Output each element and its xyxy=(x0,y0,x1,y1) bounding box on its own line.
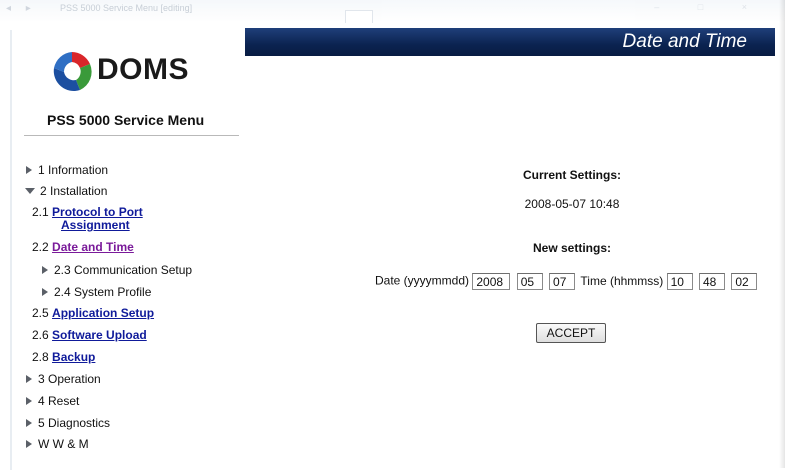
hour-input[interactable]: 10 xyxy=(666,273,693,290)
year-input[interactable]: 2008 xyxy=(472,273,511,290)
arrow-right-icon xyxy=(42,265,48,274)
menu-title: PSS 5000 Service Menu xyxy=(47,112,205,128)
date-label: Date (yyyymmdd) xyxy=(375,273,470,288)
arrow-right-icon xyxy=(26,439,32,448)
second-input[interactable]: 02 xyxy=(731,273,758,290)
sidebar-item-installation[interactable]: 2 Installation xyxy=(25,184,107,198)
sidebar-item-date-and-time[interactable]: 2.2 Date and Time xyxy=(32,240,134,254)
sidebar-item-communication-setup[interactable]: 2.3 Communication Setup xyxy=(42,263,192,277)
arrow-right-icon xyxy=(42,287,48,296)
minute-input[interactable]: 48 xyxy=(698,273,725,290)
frame-divider xyxy=(10,30,12,470)
new-tab-button[interactable] xyxy=(345,10,373,23)
current-settings-value: 2008-05-07 10:48 xyxy=(524,197,620,211)
sidebar-item-system-profile[interactable]: 2.4 System Profile xyxy=(42,285,151,299)
doms-logo: DOMS xyxy=(50,50,220,92)
datetime-form: Date (yyyymmdd) 2008 05 07 Time (hhmmss)… xyxy=(375,273,758,290)
browser-chrome: ◂ ▸ PSS 5000 Service Menu [editing] – □ … xyxy=(0,0,785,23)
doms-logo-icon xyxy=(53,52,92,91)
window-controls[interactable]: – □ × xyxy=(654,2,765,12)
page-header-bar: Date and Time xyxy=(245,28,775,56)
sidebar-item-reset[interactable]: 4 Reset xyxy=(26,394,79,408)
page-title: Date and Time xyxy=(622,31,747,52)
window-shadow xyxy=(779,0,785,468)
backup-link[interactable]: Backup xyxy=(52,350,95,364)
logo-text: DOMS xyxy=(97,53,189,86)
time-label: Time (hhmmss) xyxy=(580,273,664,288)
arrow-right-icon xyxy=(26,396,32,405)
sidebar-item-diagnostics[interactable]: 5 Diagnostics xyxy=(26,416,110,430)
application-setup-link[interactable]: Application Setup xyxy=(52,306,154,320)
arrow-down-icon xyxy=(25,187,35,194)
date-and-time-link[interactable]: Date and Time xyxy=(52,240,134,254)
sidebar-item-application-setup[interactable]: 2.5 Application Setup xyxy=(32,306,154,320)
arrow-right-icon xyxy=(26,418,32,427)
sidebar-item-protocol-to-port[interactable]: 2.1 Protocol to Port Assignment xyxy=(32,206,143,232)
sidebar-item-operation[interactable]: 3 Operation xyxy=(26,372,101,386)
month-input[interactable]: 05 xyxy=(516,273,543,290)
sidebar-item-wwm[interactable]: W W & M xyxy=(26,437,89,451)
sidebar-item-information[interactable]: 1 Information xyxy=(26,163,108,177)
browser-tab-title[interactable]: PSS 5000 Service Menu [editing] xyxy=(60,3,192,13)
protocol-to-port-link-line2[interactable]: Assignment xyxy=(61,218,130,232)
day-input[interactable]: 07 xyxy=(549,273,576,290)
sidebar-item-backup[interactable]: 2.8 Backup xyxy=(32,350,95,364)
accept-button[interactable]: ACCEPT xyxy=(536,323,606,343)
sidebar-item-software-upload[interactable]: 2.6 Software Upload xyxy=(32,328,147,342)
arrow-right-icon xyxy=(26,165,32,174)
current-settings-label: Current Settings: xyxy=(522,168,621,182)
software-upload-link[interactable]: Software Upload xyxy=(52,328,147,342)
menu-divider xyxy=(24,135,239,136)
protocol-to-port-link[interactable]: Protocol to Port xyxy=(52,205,143,219)
arrow-right-icon xyxy=(26,374,32,383)
new-settings-label: New settings: xyxy=(532,241,611,255)
browser-nav-icons[interactable]: ◂ ▸ xyxy=(6,3,37,14)
